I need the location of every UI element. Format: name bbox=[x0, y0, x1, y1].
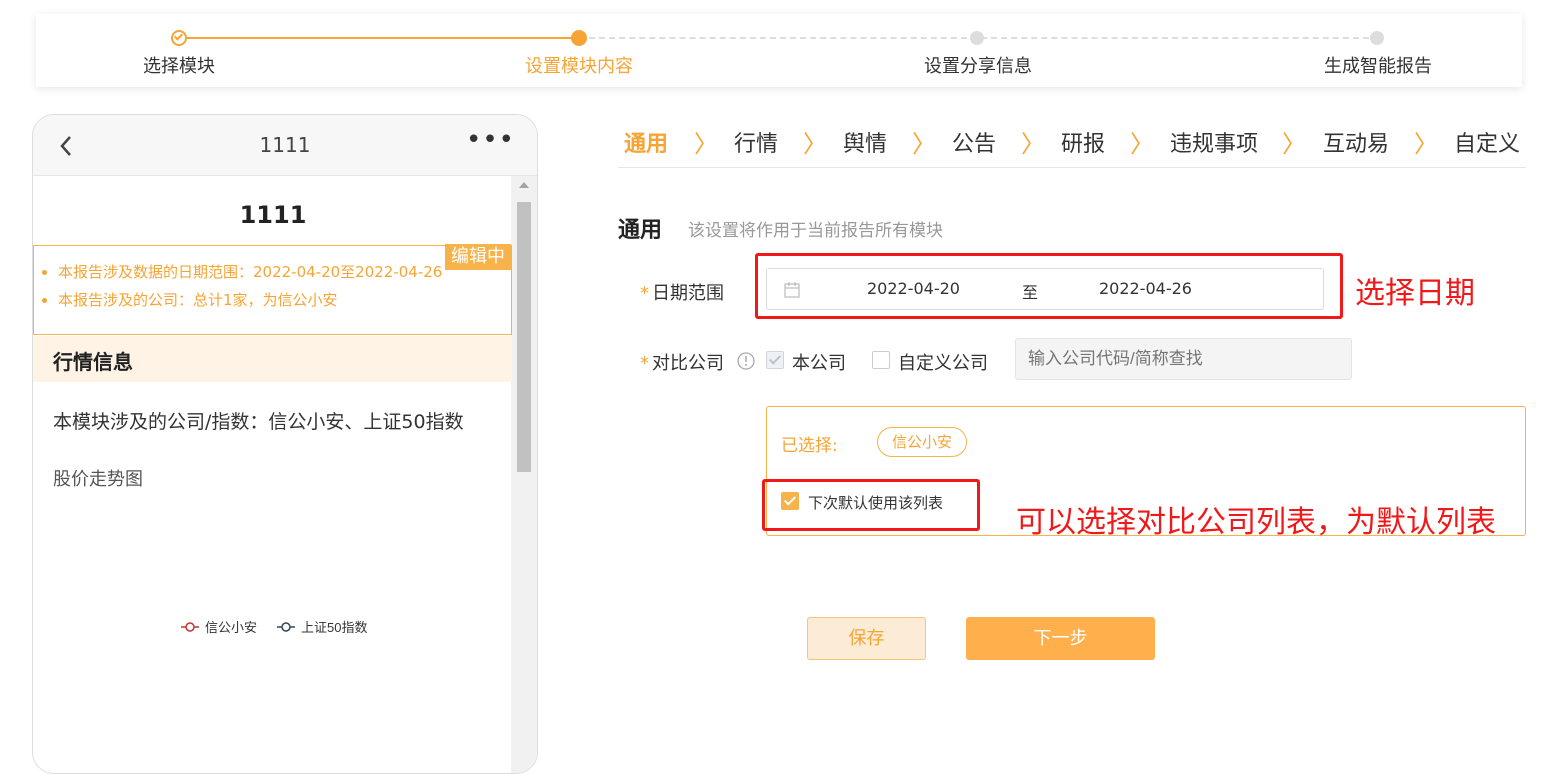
legend-marker bbox=[185, 622, 195, 632]
info-icon[interactable] bbox=[736, 351, 756, 371]
check-icon bbox=[768, 352, 782, 365]
editing-badge: 编辑中 bbox=[445, 244, 511, 270]
stock-trend-chart: 7.743,118.897.413,031.317.072,943.746.73… bbox=[181, 620, 367, 635]
legend-label: 上证50指数 bbox=[301, 620, 367, 635]
phone-title: 1111 bbox=[259, 133, 311, 157]
step-label-select-module[interactable]: 选择模块 bbox=[79, 52, 279, 78]
own-company-checkbox[interactable] bbox=[766, 351, 784, 369]
step-pending-dot bbox=[970, 31, 984, 45]
step-pending-dot bbox=[1370, 31, 1384, 45]
chart-title: 股价走势图 bbox=[53, 469, 143, 490]
next-step-button[interactable]: 下一步 bbox=[966, 617, 1155, 660]
tab-general[interactable]: 通用 bbox=[624, 126, 668, 158]
required-mark: * bbox=[640, 353, 649, 374]
module-tabs: 通用 〉 行情 〉 舆情 〉 公告 〉 研报 〉 违规事项 〉 互动易 〉 自定… bbox=[618, 118, 1526, 168]
phone-header: 1111 ••• bbox=[33, 115, 537, 176]
section-title: 行情信息 bbox=[53, 350, 133, 374]
scrollbar[interactable] bbox=[511, 176, 537, 773]
section-header: 行情信息 bbox=[33, 336, 512, 382]
module-description: 本模块涉及的公司/指数：信公小安、上证50指数 bbox=[53, 411, 464, 433]
date-annotation-text: 选择日期 bbox=[1355, 276, 1475, 311]
scroll-up-arrow-icon[interactable] bbox=[519, 182, 529, 188]
own-company-label[interactable]: 本公司 bbox=[792, 349, 846, 375]
tab-announcement[interactable]: 公告 bbox=[952, 126, 996, 158]
date-annotation-box bbox=[755, 253, 1343, 319]
legend-label: 信公小安 bbox=[205, 620, 257, 635]
tab-research[interactable]: 研报 bbox=[1061, 126, 1105, 158]
step-label-share-info[interactable]: 设置分享信息 bbox=[878, 52, 1078, 78]
default-list-annotation-text: 可以选择对比公司列表，为默认列表 bbox=[1016, 505, 1496, 540]
company-chip[interactable]: 信公小安 bbox=[877, 427, 968, 457]
custom-company-checkbox[interactable] bbox=[872, 351, 890, 369]
phone-preview: 1111 ••• 1111 编辑中 本报告涉及数据的日期范围：2022-04-2… bbox=[32, 114, 538, 774]
tab-sentiment[interactable]: 舆情 bbox=[843, 126, 887, 158]
tab-violations[interactable]: 违规事项 bbox=[1170, 126, 1258, 158]
progress-stepper: 选择模块 设置模块内容 设置分享信息 生成智能报告 bbox=[36, 14, 1522, 87]
form-section-title: 通用 bbox=[618, 218, 663, 243]
compare-company-label: * 对比公司 bbox=[640, 353, 724, 374]
company-search-input[interactable] bbox=[1015, 338, 1352, 380]
chevron-right-icon: 〉 bbox=[1021, 130, 1045, 158]
chevron-right-icon: 〉 bbox=[803, 130, 827, 158]
step-done-icon bbox=[171, 30, 187, 46]
report-meta-list: 本报告涉及数据的日期范围：2022-04-20至2022-04-26 本报告涉及… bbox=[58, 258, 442, 314]
save-button[interactable]: 保存 bbox=[807, 617, 926, 660]
tab-custom[interactable]: 自定义 bbox=[1454, 126, 1520, 158]
step-line-done bbox=[179, 37, 579, 39]
chevron-right-icon: 〉 bbox=[1282, 130, 1306, 158]
chevron-right-icon: 〉 bbox=[1130, 130, 1154, 158]
date-range-label: * 日期范围 bbox=[640, 283, 724, 304]
legend-marker bbox=[281, 622, 291, 632]
report-title: 1111 bbox=[239, 201, 307, 229]
chevron-right-icon: 〉 bbox=[694, 130, 718, 158]
custom-company-label[interactable]: 自定义公司 bbox=[898, 349, 988, 375]
required-mark: * bbox=[640, 283, 649, 304]
tab-market[interactable]: 行情 bbox=[734, 126, 778, 158]
form-section-hint: 该设置将作用于当前报告所有模块 bbox=[688, 221, 943, 241]
step-label-generate-report[interactable]: 生成智能报告 bbox=[1278, 52, 1478, 78]
report-meta-box[interactable]: 编辑中 本报告涉及数据的日期范围：2022-04-20至2022-04-26 本… bbox=[33, 244, 512, 335]
chevron-right-icon: 〉 bbox=[912, 130, 936, 158]
list-item: 本报告涉及数据的日期范围：2022-04-20至2022-04-26 bbox=[58, 258, 442, 286]
step-active-dot bbox=[571, 30, 587, 46]
tab-interaction[interactable]: 互动易 bbox=[1323, 126, 1389, 158]
default-list-annotation-box bbox=[762, 479, 980, 531]
scrollbar-thumb[interactable] bbox=[517, 202, 531, 472]
chevron-right-icon: 〉 bbox=[1414, 130, 1438, 158]
selected-label: 已选择: bbox=[781, 436, 838, 456]
step-label-module-content[interactable]: 设置模块内容 bbox=[479, 52, 679, 78]
more-options-icon[interactable]: ••• bbox=[466, 125, 515, 155]
list-item: 本报告涉及的公司：总计1家，为信公小安 bbox=[58, 286, 442, 314]
